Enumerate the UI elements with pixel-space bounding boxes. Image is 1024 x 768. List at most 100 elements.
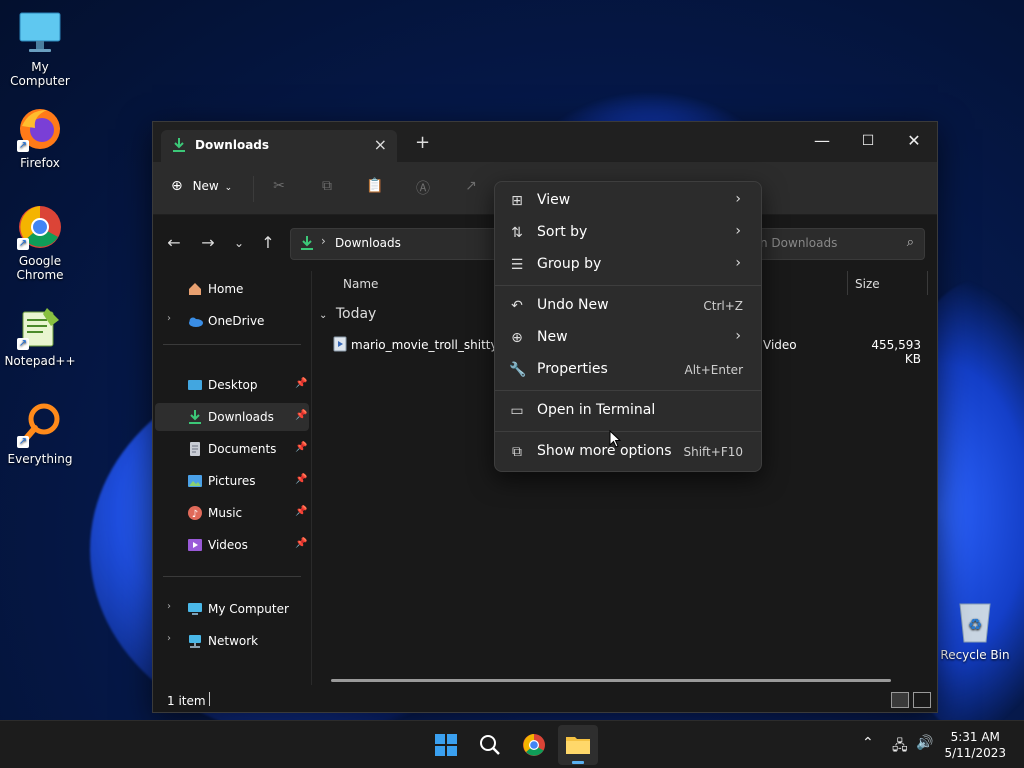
paste-icon[interactable]: 📋	[365, 178, 385, 198]
horizontal-scrollbar[interactable]	[331, 679, 891, 682]
clock-date: 5/11/2023	[944, 746, 1006, 760]
pin-icon[interactable]: 📌	[295, 378, 307, 389]
shortcut-arrow-icon: ↗	[17, 338, 29, 350]
undo-icon: ↶	[511, 298, 523, 314]
menu-item-group-by[interactable]: ☰ Group by ›	[499, 250, 757, 280]
notepad-plus-plus-icon: ↗	[17, 304, 63, 350]
pane-divider[interactable]	[311, 271, 312, 685]
sidebar-separator	[163, 576, 301, 577]
new-tab-button[interactable]: +	[415, 132, 430, 153]
menu-item-show-more-options[interactable]: ⧉ Show more options Shift+F10	[499, 437, 757, 467]
taskbar-chrome[interactable]	[514, 725, 554, 765]
up-arrow-icon[interactable]: ↑	[257, 233, 279, 252]
file-size: 455,593 KB	[871, 338, 921, 366]
menu-item-label: Open in Terminal	[537, 402, 656, 418]
recent-locations-chevron-icon[interactable]: ⌄	[228, 236, 250, 250]
column-header-name[interactable]: Name	[343, 277, 378, 291]
maximize-button[interactable]: ☐	[845, 127, 891, 155]
sidebar-item-desktop[interactable]: Desktop 📌	[155, 371, 309, 399]
copy-icon[interactable]: ⧉	[317, 178, 337, 198]
firefox-icon: ↗	[17, 106, 63, 152]
address-path: Downloads	[335, 236, 401, 250]
monitor-icon	[17, 10, 63, 56]
sidebar-item-label: OneDrive	[208, 314, 265, 328]
desktop: My Computer ↗ Firefox ↗ Google Chrome ↗ …	[0, 0, 1024, 768]
close-tab-icon[interactable]: ×	[374, 135, 387, 154]
title-bar[interactable]: Downloads × + — ☐ ✕	[153, 122, 937, 162]
column-header-size[interactable]: Size	[855, 277, 880, 291]
download-icon	[299, 235, 315, 255]
file-name: mario_movie_troll_shitty_ca	[351, 338, 518, 352]
show-hidden-icons-chevron-icon[interactable]: ⌃	[862, 735, 874, 751]
sidebar-item-label: Music	[208, 506, 243, 520]
new-button[interactable]: ⊕ New ⌄	[171, 178, 232, 194]
group-header-today[interactable]: ⌄ Today	[319, 306, 376, 322]
desktop-icon-notepad-plus-plus[interactable]: ↗ Notepad++	[0, 304, 80, 368]
cut-icon[interactable]: ✂	[269, 178, 289, 198]
pin-icon[interactable]: 📌	[295, 506, 307, 517]
sidebar-item-home[interactable]: Home	[155, 275, 309, 303]
tab-downloads[interactable]: Downloads ×	[161, 130, 397, 162]
column-separator[interactable]	[927, 271, 928, 295]
document-icon	[187, 441, 203, 457]
menu-item-new[interactable]: ⊕ New ›	[499, 323, 757, 353]
menu-item-undo-new[interactable]: ↶ Undo New Ctrl+Z	[499, 291, 757, 321]
close-window-button[interactable]: ✕	[891, 127, 937, 155]
taskbar: ⌃ 🖧 🔊 5:31 AM 5/11/2023	[0, 720, 1024, 768]
sidebar-item-documents[interactable]: Documents 📌	[155, 435, 309, 463]
chevron-right-icon: ›	[735, 255, 741, 271]
rename-icon[interactable]: Ⓐ	[413, 178, 433, 198]
menu-item-view[interactable]: ⊞ View ›	[499, 186, 757, 216]
taskbar-file-explorer[interactable]	[558, 725, 598, 765]
menu-item-label: Undo New	[537, 297, 609, 313]
sidebar-item-downloads[interactable]: Downloads 📌	[155, 403, 309, 431]
minimize-button[interactable]: —	[799, 127, 845, 155]
sidebar-item-pictures[interactable]: Pictures 📌	[155, 467, 309, 495]
tiles-view-icon[interactable]	[913, 692, 931, 708]
status-divider	[209, 692, 210, 706]
sidebar-item-label: Pictures	[208, 474, 256, 488]
menu-item-sort-by[interactable]: ⇅ Sort by ›	[499, 218, 757, 248]
start-button[interactable]	[426, 725, 466, 765]
pin-icon[interactable]: 📌	[295, 538, 307, 549]
menu-item-label: Show more options	[537, 443, 672, 459]
desktop-icon-firefox[interactable]: ↗ Firefox	[0, 106, 80, 170]
recycle-bin-icon: ♻	[952, 598, 998, 644]
chevron-right-icon: ›	[167, 313, 171, 324]
file-type: Video	[763, 338, 797, 352]
svg-text:♻: ♻	[968, 615, 982, 634]
volume-icon[interactable]: 🔊	[916, 735, 933, 751]
sidebar-item-network[interactable]: › Network	[155, 627, 309, 655]
desktop-icon-recycle-bin[interactable]: ♻ Recycle Bin	[935, 598, 1015, 662]
pin-icon[interactable]: 📌	[295, 442, 307, 453]
desktop-icon-everything[interactable]: ↗ Everything	[0, 402, 80, 466]
sidebar-item-label: Network	[208, 634, 259, 648]
desktop-icon-my-computer[interactable]: My Computer	[0, 10, 80, 88]
context-menu: ⊞ View › ⇅ Sort by › ☰ Group by › ↶ Undo…	[494, 181, 762, 472]
network-icon[interactable]: 🖧	[892, 735, 908, 759]
pin-icon[interactable]: 📌	[295, 474, 307, 485]
pictures-icon	[187, 473, 203, 489]
sidebar-item-music[interactable]: ♪ Music 📌	[155, 499, 309, 527]
shortcut-label: Shift+F10	[683, 445, 743, 459]
share-icon[interactable]: ↗	[461, 178, 481, 198]
network-icon	[187, 633, 203, 649]
search-input[interactable]: n Downloads ⌕	[749, 228, 925, 260]
details-view-icon[interactable]	[891, 692, 909, 708]
clock[interactable]: 5:31 AM 5/11/2023	[944, 729, 1006, 761]
wrench-icon: 🔧	[509, 362, 527, 378]
sidebar-item-my-computer[interactable]: › My Computer	[155, 595, 309, 623]
forward-arrow-icon[interactable]: →	[197, 233, 219, 252]
back-arrow-icon[interactable]: ←	[163, 233, 185, 252]
menu-item-properties[interactable]: 🔧 Properties Alt+Enter	[499, 355, 757, 385]
taskbar-search-button[interactable]	[470, 725, 510, 765]
sidebar-item-label: Videos	[208, 538, 248, 552]
desktop-icon-label: Recycle Bin	[940, 648, 1010, 662]
menu-item-label: Properties	[537, 361, 608, 377]
menu-item-open-in-terminal[interactable]: ▭ Open in Terminal	[499, 396, 757, 426]
pin-icon[interactable]: 📌	[295, 410, 307, 421]
sidebar-item-videos[interactable]: Videos 📌	[155, 531, 309, 559]
desktop-icon-google-chrome[interactable]: ↗ Google Chrome	[0, 204, 80, 282]
column-separator[interactable]	[847, 271, 848, 295]
sidebar-item-onedrive[interactable]: › OneDrive	[155, 307, 309, 335]
